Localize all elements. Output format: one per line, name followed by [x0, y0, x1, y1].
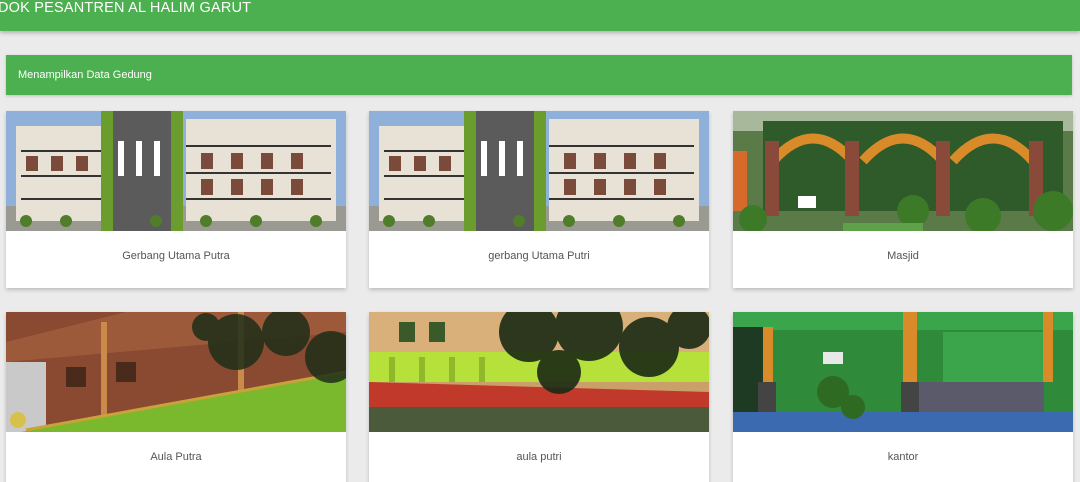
building-photo[interactable] — [6, 111, 346, 231]
building-card[interactable]: gerbang Utama Putri — [369, 111, 709, 288]
building-name[interactable]: Aula Putra — [6, 432, 346, 482]
building-card[interactable]: Gerbang Utama Putra — [6, 111, 346, 288]
building-name[interactable]: aula putri — [369, 432, 709, 482]
building-name[interactable]: Masjid — [733, 231, 1073, 288]
building-photo[interactable] — [733, 111, 1073, 231]
building-card[interactable]: aula putri — [369, 312, 709, 482]
building-card[interactable]: Masjid — [733, 111, 1073, 288]
building-name[interactable]: Gerbang Utama Putra — [6, 231, 346, 288]
page-heading-banner: Menampilkan Data Gedung — [6, 55, 1072, 95]
banner-text: Menampilkan Data Gedung — [18, 69, 152, 81]
building-name[interactable]: gerbang Utama Putri — [369, 231, 709, 288]
building-photo[interactable] — [369, 111, 709, 231]
top-navbar: DOK PESANTREN AL HALIM GARUT — [0, 0, 1080, 31]
building-card[interactable]: Aula Putra — [6, 312, 346, 482]
app-title[interactable]: DOK PESANTREN AL HALIM GARUT — [0, 0, 251, 17]
building-photo[interactable] — [6, 312, 346, 432]
building-photo[interactable] — [369, 312, 709, 432]
building-name[interactable]: kantor — [733, 432, 1073, 482]
building-photo[interactable] — [733, 312, 1073, 432]
building-card[interactable]: kantor — [733, 312, 1073, 482]
